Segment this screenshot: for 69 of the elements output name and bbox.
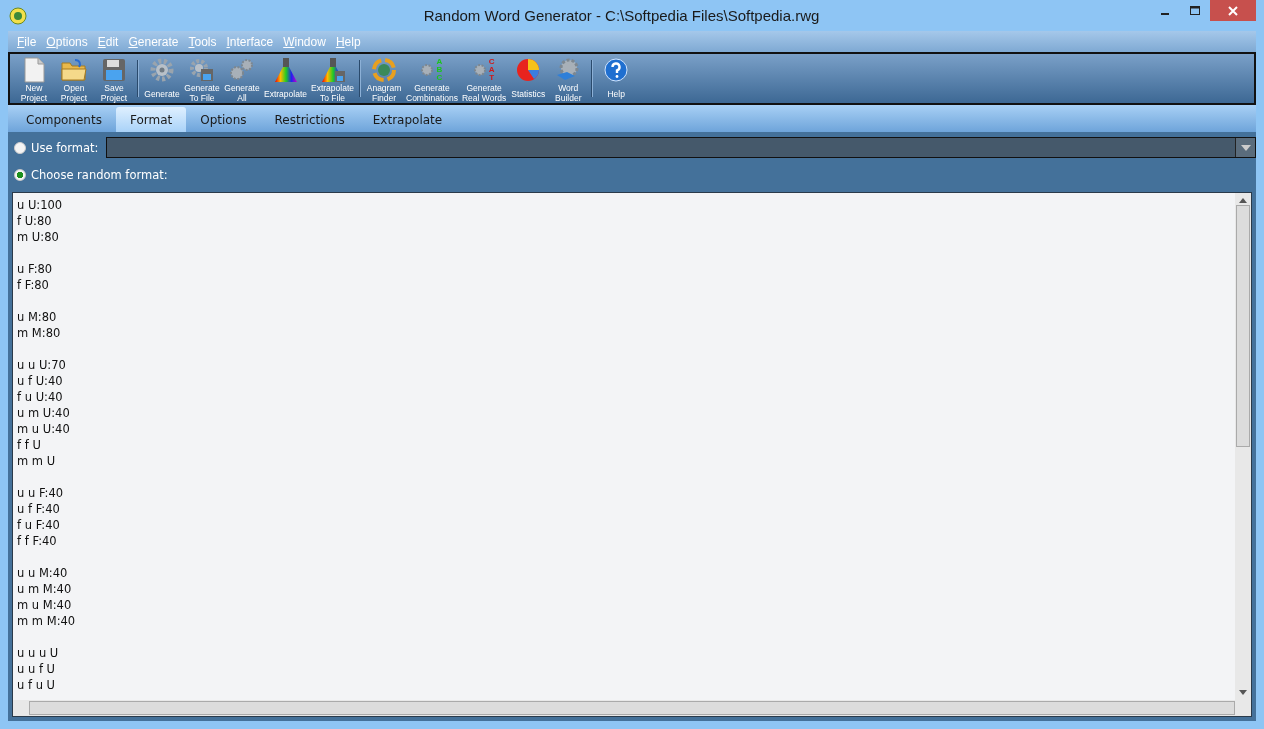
toolbar-button[interactable]: Generate All [222, 54, 262, 103]
text-line: f f U [17, 437, 41, 453]
text-line: u m M:40 [17, 581, 72, 597]
toolbar-button[interactable]: Word Builder [548, 54, 589, 103]
toolbar-button[interactable]: Extrapolate To File [309, 54, 356, 103]
gear-floppy-icon [189, 57, 215, 82]
toolbar-button[interactable]: Open Project [54, 54, 94, 103]
text-line: u u f U [17, 661, 55, 677]
text-line: u f F:40 [17, 501, 60, 517]
pie-chart-icon [516, 58, 541, 82]
toolbar-button[interactable]: New Project [14, 54, 54, 103]
vertical-scrollbar[interactable] [1235, 193, 1251, 700]
text-line: u u F:40 [17, 485, 64, 501]
close-icon [1227, 4, 1239, 17]
text-line: u u M:40 [17, 565, 68, 581]
radio-label: Choose random format: [31, 167, 168, 182]
tab[interactable]: Options [186, 107, 261, 132]
scroll-up-arrow-icon[interactable] [1239, 198, 1247, 203]
help-icon [604, 58, 629, 82]
maximize-icon [1190, 5, 1200, 16]
text-line: m m M:40 [17, 613, 76, 629]
scroll-down-arrow-icon[interactable] [1239, 690, 1247, 695]
rainbow-prism-icon [272, 57, 299, 83]
tab[interactable]: Extrapolate [358, 107, 457, 132]
gear-icon [150, 58, 174, 82]
text-line: u f U:40 [17, 373, 63, 389]
text-line: u u u U [17, 645, 59, 661]
tab[interactable]: Components [12, 107, 116, 132]
toolbar-button[interactable]: Generate To File [182, 54, 222, 103]
circular-arrows-icon [371, 56, 397, 83]
window-title: Random Word Generator - C:\Softpedia Files\Softpedia.rwg [422, 7, 821, 24]
text-line: f u U:40 [17, 389, 63, 405]
app-icon [9, 6, 27, 25]
text-line: f u F:40 [17, 517, 60, 533]
format-dropdown[interactable] [106, 137, 1256, 158]
toolbar-button[interactable]: Anagram Finder [364, 54, 404, 103]
close-button[interactable] [1210, 0, 1256, 21]
text-line: u u U:70 [17, 357, 66, 373]
gears-icon [229, 57, 255, 82]
text-line: u f u U [17, 677, 55, 693]
minimize-icon [1161, 12, 1169, 15]
scroll-thumb[interactable] [1236, 205, 1250, 447]
radio-button[interactable] [14, 168, 26, 181]
toolbar-button[interactable]: Save Project [94, 54, 134, 103]
toolbar-button[interactable]: ABC Generate Combinations [404, 54, 460, 103]
text-line: m u U:40 [17, 421, 70, 437]
text-line: m u M:40 [17, 597, 72, 613]
text-line: f U:80 [17, 213, 52, 229]
radio-label: Use format: [31, 140, 99, 155]
tab[interactable]: Format [115, 107, 187, 132]
text-line: m U:80 [17, 229, 59, 245]
text-line: u m U:40 [17, 405, 70, 421]
text-line: u F:80 [17, 261, 53, 277]
document-icon [22, 56, 46, 83]
rainbow-prism-floppy-icon [319, 56, 346, 83]
text-line: u M:80 [17, 309, 57, 325]
toolbar-button[interactable]: Extrapolate [262, 54, 309, 103]
text-line: m M:80 [17, 325, 61, 341]
text-line: f F:80 [17, 277, 49, 293]
radio-button[interactable] [14, 141, 26, 154]
text-line: m m U [17, 453, 56, 469]
text-line: f f F:40 [17, 533, 57, 549]
folder-icon [61, 57, 87, 82]
toolbar-button[interactable]: Help [596, 54, 637, 103]
tab[interactable]: Restrictions [260, 107, 359, 132]
toolbar-button[interactable]: CAT Generate Real Words [460, 54, 509, 103]
toolbar-button[interactable]: Generate [142, 54, 182, 103]
toolbar-button[interactable]: Statistics [508, 54, 549, 103]
text-line: u U:100 [17, 197, 63, 213]
